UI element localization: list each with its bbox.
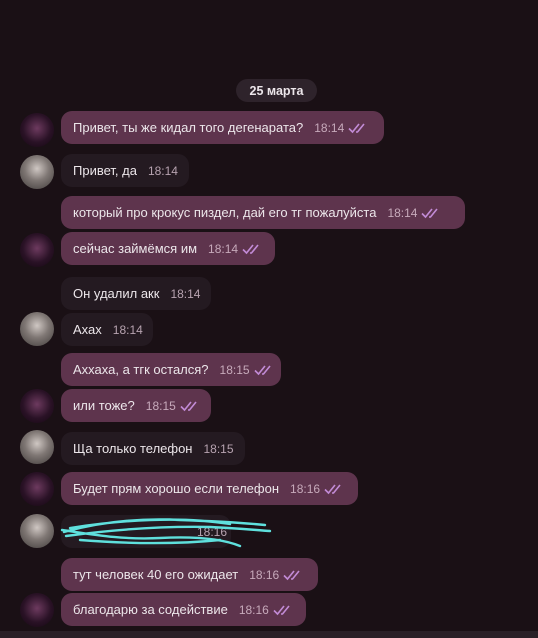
double-check-icon xyxy=(348,122,365,133)
message-time: 18:16 xyxy=(249,567,280,582)
message-bubble-outgoing[interactable]: или тоже? 18:15 xyxy=(61,389,211,422)
message-text: Будет прям хорошо если телефон xyxy=(73,481,280,496)
avatar-own[interactable] xyxy=(20,233,54,267)
message-bubble-outgoing[interactable]: тут человек 40 его ожидает 18:16 xyxy=(61,558,318,591)
avatar-own[interactable] xyxy=(20,389,54,423)
double-check-icon xyxy=(324,483,341,494)
message-time: 18:15 xyxy=(219,362,250,377)
date-separator: 25 марта xyxy=(236,79,317,102)
message-text: Аххаха, а тгк остался? xyxy=(73,362,209,377)
avatar-own[interactable] xyxy=(20,593,54,627)
message-bubble-outgoing[interactable]: благодарю за содействие 18:16 xyxy=(61,593,306,626)
message-bubble-outgoing[interactable]: сейчас займёмся им 18:14 xyxy=(61,232,275,265)
message-text: Ща только телефон xyxy=(73,441,193,456)
message-text: сейчас займёмся им xyxy=(73,241,198,256)
avatar-contact[interactable] xyxy=(20,155,54,189)
message-time: 18:14 xyxy=(208,241,239,256)
avatar-contact[interactable] xyxy=(20,312,54,346)
double-check-icon xyxy=(180,400,197,411)
message-time: 18:14 xyxy=(147,163,178,178)
double-check-icon xyxy=(273,604,290,615)
double-check-icon xyxy=(283,569,300,580)
message-text: или тоже? xyxy=(73,398,135,413)
message-time: 18:16 xyxy=(197,524,228,539)
message-bubble-incoming[interactable]: Ща только телефон 18:15 xyxy=(61,432,245,465)
message-time: 18:14 xyxy=(387,205,418,220)
message-bubble-outgoing[interactable]: Привет, ты же кидал того дегенарата? 18:… xyxy=(61,111,384,144)
message-text: Привет, да xyxy=(73,163,137,178)
message-time: 18:14 xyxy=(170,286,201,301)
message-bubble-incoming[interactable]: Привет, да 18:14 xyxy=(61,154,189,187)
message-text: тут человек 40 его ожидает xyxy=(73,567,239,582)
message-text: благодарю за содействие xyxy=(73,602,228,617)
message-time: 18:16 xyxy=(238,602,269,617)
message-time: 18:16 xyxy=(290,481,321,496)
message-bubble-outgoing[interactable]: Аххаха, а тгк остался? 18:15 xyxy=(61,353,281,386)
message-bubble-incoming[interactable]: Ахах 18:14 xyxy=(61,313,153,346)
composer-edge xyxy=(0,631,538,638)
double-check-icon xyxy=(242,243,259,254)
message-time: 18:15 xyxy=(145,398,176,413)
message-bubble-outgoing[interactable]: который про крокус пиздел, дай его тг по… xyxy=(61,196,465,229)
double-check-icon xyxy=(421,207,439,218)
message-bubble-incoming-redacted[interactable]: 18:16 xyxy=(61,515,231,548)
avatar-contact[interactable] xyxy=(20,514,54,548)
double-check-icon xyxy=(253,364,271,375)
message-text: Он удалил акк xyxy=(73,286,160,301)
avatar-own[interactable] xyxy=(20,113,54,147)
message-text: который про крокус пиздел, дай его тг по… xyxy=(73,205,377,220)
message-time: 18:15 xyxy=(203,441,234,456)
message-text: Привет, ты же кидал того дегенарата? xyxy=(73,120,304,135)
message-text: Ахах xyxy=(73,322,102,337)
message-time: 18:14 xyxy=(112,322,143,337)
message-bubble-outgoing[interactable]: Будет прям хорошо если телефон 18:16 xyxy=(61,472,358,505)
message-time: 18:14 xyxy=(314,120,345,135)
message-bubble-incoming[interactable]: Он удалил акк 18:14 xyxy=(61,277,211,310)
chat-area: 25 марта Привет, ты же кидал того дегена… xyxy=(0,0,538,638)
avatar-own[interactable] xyxy=(20,472,54,506)
avatar-contact[interactable] xyxy=(20,430,54,464)
